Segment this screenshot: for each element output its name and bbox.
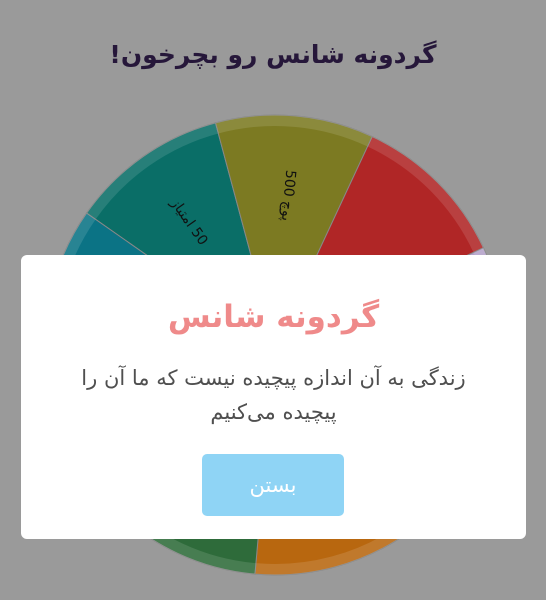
- result-modal: گردونه شانس زندگی به آن اندازه پیچیده نی…: [21, 255, 526, 539]
- close-button[interactable]: بستن: [202, 454, 344, 516]
- modal-message: زندگی به آن اندازه پیچیده نیست که ما آن …: [81, 366, 466, 424]
- modal-title: گردونه شانس: [167, 299, 380, 335]
